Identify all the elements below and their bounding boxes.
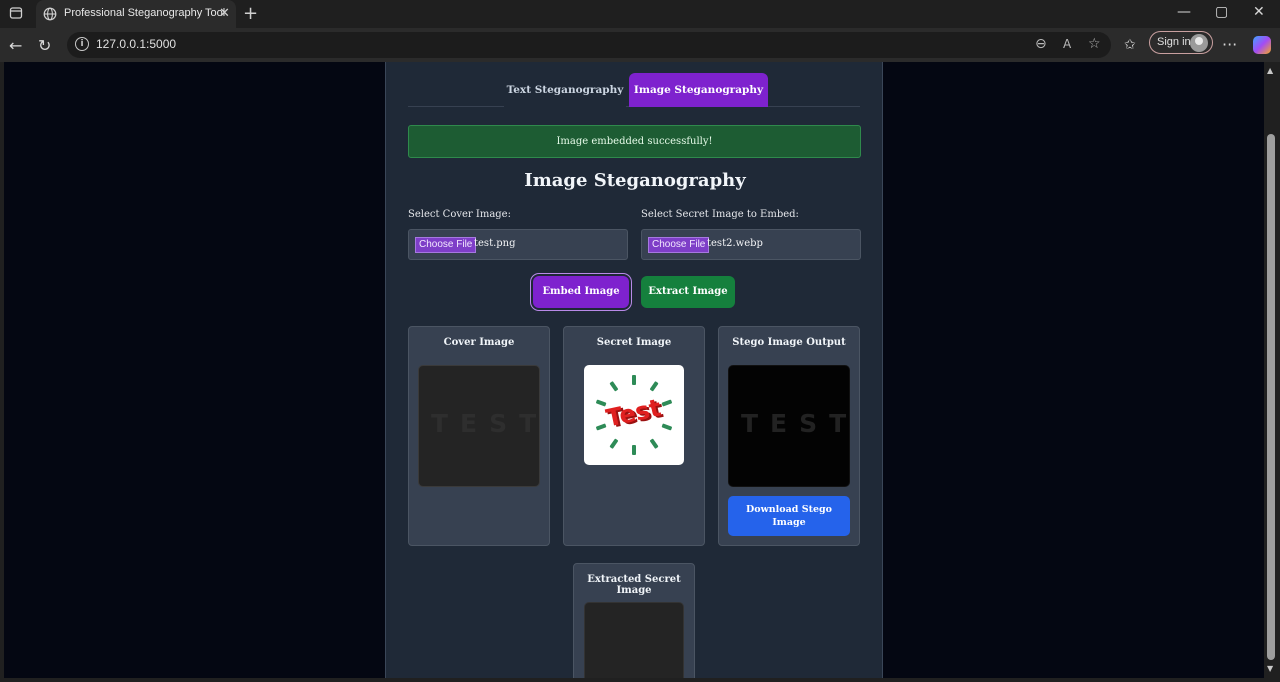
embed-image-button[interactable]: Embed Image bbox=[533, 276, 629, 308]
cover-image-preview: TEST bbox=[418, 365, 540, 487]
svg-text:Test: Test bbox=[604, 394, 664, 433]
url-text[interactable]: 127.0.0.1:5000 bbox=[96, 37, 176, 51]
tab-bar: Professional Steganography Tool ✕ + — ▢ … bbox=[0, 0, 1280, 28]
tab-actions-icon[interactable] bbox=[9, 6, 23, 20]
extract-image-button[interactable]: Extract Image bbox=[641, 276, 735, 308]
tab-text-steganography[interactable]: Text Steganography bbox=[504, 73, 626, 107]
zoom-icon[interactable]: ⊖ bbox=[1035, 36, 1047, 52]
success-alert: Image embedded successfully! bbox=[408, 125, 861, 158]
sign-in-label: Sign in bbox=[1157, 36, 1191, 48]
tab-title: Professional Steganography Tool bbox=[64, 7, 226, 19]
secret-image-panel: Secret Image Test Test bbox=[563, 326, 705, 546]
cover-image-text: TEST bbox=[431, 409, 549, 438]
cover-file-input[interactable]: Choose File test.png bbox=[408, 229, 628, 260]
navigation-bar: ← ↻ i 127.0.0.1:5000 ⊖ A ☆ ✩ Sign in ··· bbox=[0, 28, 1280, 62]
cover-image-title: Cover Image bbox=[443, 337, 515, 348]
stego-image-text: TEST bbox=[741, 409, 859, 438]
secret-image-title: Secret Image bbox=[596, 337, 672, 348]
favorites-icon[interactable]: ✩ bbox=[1124, 37, 1136, 53]
scroll-down-arrow-icon[interactable]: ▼ bbox=[1267, 664, 1273, 673]
secret-test-graphic: Test Test bbox=[596, 375, 672, 455]
close-window-button[interactable]: ✕ bbox=[1253, 4, 1265, 20]
cover-image-panel: Cover Image TEST bbox=[408, 326, 550, 546]
back-button[interactable]: ← bbox=[9, 36, 22, 55]
page-scrollbar[interactable]: ▲ ▼ bbox=[1264, 62, 1280, 682]
tab-image-steganography[interactable]: Image Steganography bbox=[629, 73, 768, 107]
download-stego-button[interactable]: Download Stego Image bbox=[728, 496, 850, 536]
cover-choose-file-button[interactable]: Choose File bbox=[415, 237, 477, 253]
secret-choose-file-button[interactable]: Choose File bbox=[648, 237, 710, 253]
avatar-icon bbox=[1190, 34, 1208, 52]
address-bar[interactable]: i 127.0.0.1:5000 ⊖ A ☆ bbox=[67, 32, 1111, 58]
close-tab-icon[interactable]: ✕ bbox=[219, 6, 230, 21]
app-container: Text Steganography Image Steganography I… bbox=[385, 62, 883, 678]
site-info-icon[interactable]: i bbox=[75, 37, 89, 51]
page-title: Image Steganography bbox=[524, 170, 746, 191]
secret-image-preview: Test Test bbox=[584, 365, 684, 465]
stego-output-title: Stego Image Output bbox=[732, 337, 846, 348]
mode-tabs: Text Steganography Image Steganography bbox=[408, 62, 860, 107]
extracted-image-panel: Extracted Secret Image bbox=[573, 563, 695, 678]
more-menu-icon[interactable]: ··· bbox=[1222, 35, 1237, 54]
secret-image-label: Select Secret Image to Embed: bbox=[641, 209, 799, 220]
browser-tab[interactable]: Professional Steganography Tool ✕ bbox=[36, 0, 236, 28]
extracted-image-title: Extracted Secret Image bbox=[587, 574, 681, 596]
copilot-icon[interactable] bbox=[1253, 36, 1271, 54]
cover-image-label: Select Cover Image: bbox=[408, 209, 511, 220]
read-aloud-icon[interactable]: A bbox=[1063, 37, 1071, 51]
maximize-button[interactable]: ▢ bbox=[1215, 4, 1228, 20]
scroll-up-arrow-icon[interactable]: ▲ bbox=[1267, 66, 1273, 75]
globe-icon bbox=[43, 7, 57, 21]
secret-file-input[interactable]: Choose File test2.webp bbox=[641, 229, 861, 260]
browser-window: Professional Steganography Tool ✕ + — ▢ … bbox=[0, 0, 1280, 682]
secret-file-name: test2.webp bbox=[707, 238, 763, 249]
cover-file-name: test.png bbox=[474, 238, 516, 249]
new-tab-button[interactable]: + bbox=[243, 3, 258, 24]
extracted-image-preview bbox=[584, 602, 684, 678]
favorite-star-icon[interactable]: ☆ bbox=[1088, 36, 1101, 52]
refresh-button[interactable]: ↻ bbox=[38, 36, 51, 55]
scrollbar-thumb[interactable] bbox=[1267, 134, 1275, 660]
page-viewport: Text Steganography Image Steganography I… bbox=[4, 62, 1264, 678]
stego-output-panel: Stego Image Output TEST Download Stego I… bbox=[718, 326, 860, 546]
stego-image-preview: TEST bbox=[728, 365, 850, 487]
minimize-button[interactable]: — bbox=[1177, 4, 1191, 20]
sign-in-button[interactable]: Sign in bbox=[1149, 31, 1213, 54]
